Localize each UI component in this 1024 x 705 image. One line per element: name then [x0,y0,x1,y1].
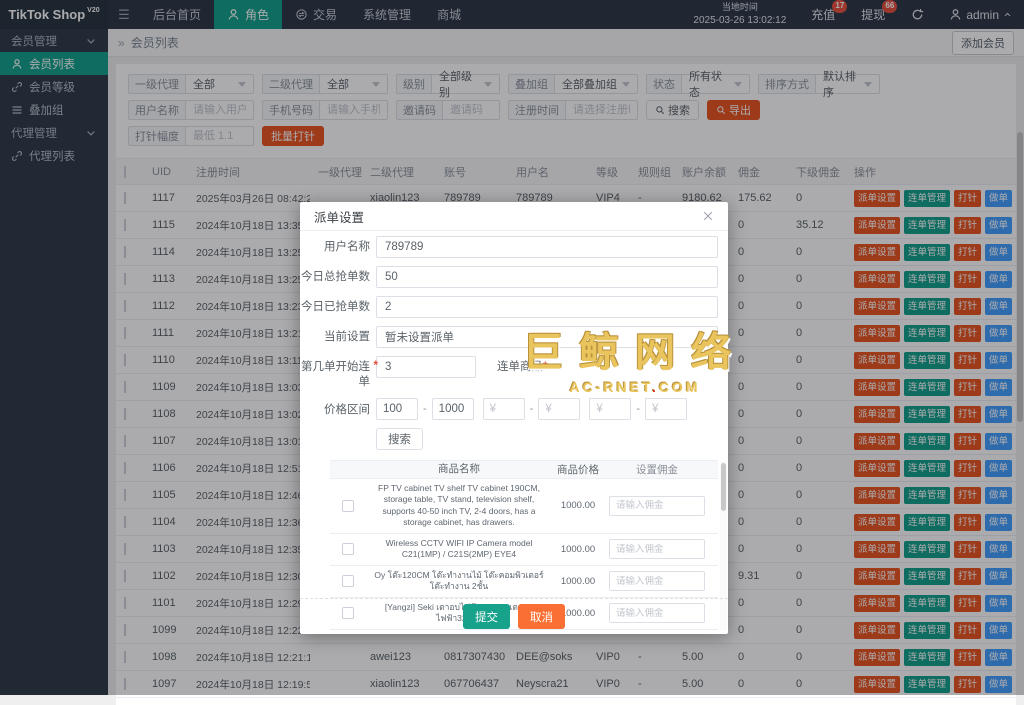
commission-input[interactable] [609,496,705,516]
product-column-header: 商品价格 [553,462,603,477]
price-max-input[interactable] [432,398,474,420]
price-input-3[interactable] [483,398,525,420]
product-name: Wireless CCTV WIFI IP Camera model C21(1… [365,534,553,565]
field-label: 当前设置 [300,326,370,345]
field-input[interactable] [376,356,476,378]
submit-button[interactable]: 提交 [463,604,510,629]
modal-search-button[interactable]: 搜索 [376,428,423,450]
modal-form-row: 今日已抢单数 [300,296,728,318]
product-row: Wireless CCTV WIFI IP Camera model C21(1… [330,534,718,566]
product-checkbox[interactable] [342,500,354,512]
product-checkbox[interactable] [342,543,354,555]
product-checkbox[interactable] [342,575,354,587]
modal-footer: 提交 取消 [300,598,728,634]
field-label: 今日总抢单数 [300,266,370,285]
field-label: 用户名称 [300,236,370,255]
modal-body: 用户名称 今日总抢单数 今日已抢单数 当前设置 第几单开始连单* 连单商品* 价… [300,231,728,630]
commission-input[interactable] [609,539,705,559]
linked-goods-label: 连单商品* [497,358,547,374]
price-min-input[interactable] [376,398,418,420]
product-column-header: 商品名称 [365,458,553,480]
field-input[interactable] [376,296,718,318]
price-range-row: 价格区间 - - - [300,398,728,420]
required-asterisk: * [543,361,547,373]
price-range-label: 价格区间 [300,401,370,417]
product-price: 1000.00 [553,576,603,587]
product-price: 1000.00 [553,544,603,555]
modal-title: 派单设置 [314,207,364,226]
price-input-6[interactable] [645,398,687,420]
field-label: 今日已抢单数 [300,296,370,315]
field-input[interactable] [376,326,718,348]
product-name: Oy โต๊ะ120CM โต๊ะทำงานไม้ โต๊ะคอมพิวเตอร… [365,566,553,597]
dash: - [525,403,539,415]
modal-form-row: 今日总抢单数 [300,266,728,288]
dispatch-settings-modal: 派单设置 用户名称 今日总抢单数 今日已抢单数 当前设置 第几单开始连单* 连单… [300,202,728,634]
product-price: 1000.00 [553,500,603,511]
product-name: FP TV cabinet TV shelf TV cabinet 190CM,… [365,479,553,533]
field-label: 第几单开始连单* [300,356,370,390]
price-input-4[interactable] [538,398,580,420]
commission-input[interactable] [609,571,705,591]
price-input-5[interactable] [589,398,631,420]
cancel-button[interactable]: 取消 [518,604,565,629]
modal-form-row: 当前设置 [300,326,728,348]
modal-header: 派单设置 [300,202,728,231]
product-row: FP TV cabinet TV shelf TV cabinet 190CM,… [330,479,718,534]
product-row: Oy โต๊ะ120CM โต๊ะทำงานไม้ โต๊ะคอมพิวเตอร… [330,566,718,598]
close-icon[interactable] [702,210,714,222]
product-column-header: 设置佣金 [603,459,711,480]
modal-form-row: 用户名称 [300,236,728,258]
field-input[interactable] [376,266,718,288]
required-asterisk: * [374,359,378,374]
field-input[interactable] [376,236,718,258]
product-table-header: 商品名称商品价格设置佣金 [330,461,718,479]
dash: - [418,403,432,415]
dash: - [631,403,645,415]
scrollbar-thumb[interactable] [721,463,726,511]
